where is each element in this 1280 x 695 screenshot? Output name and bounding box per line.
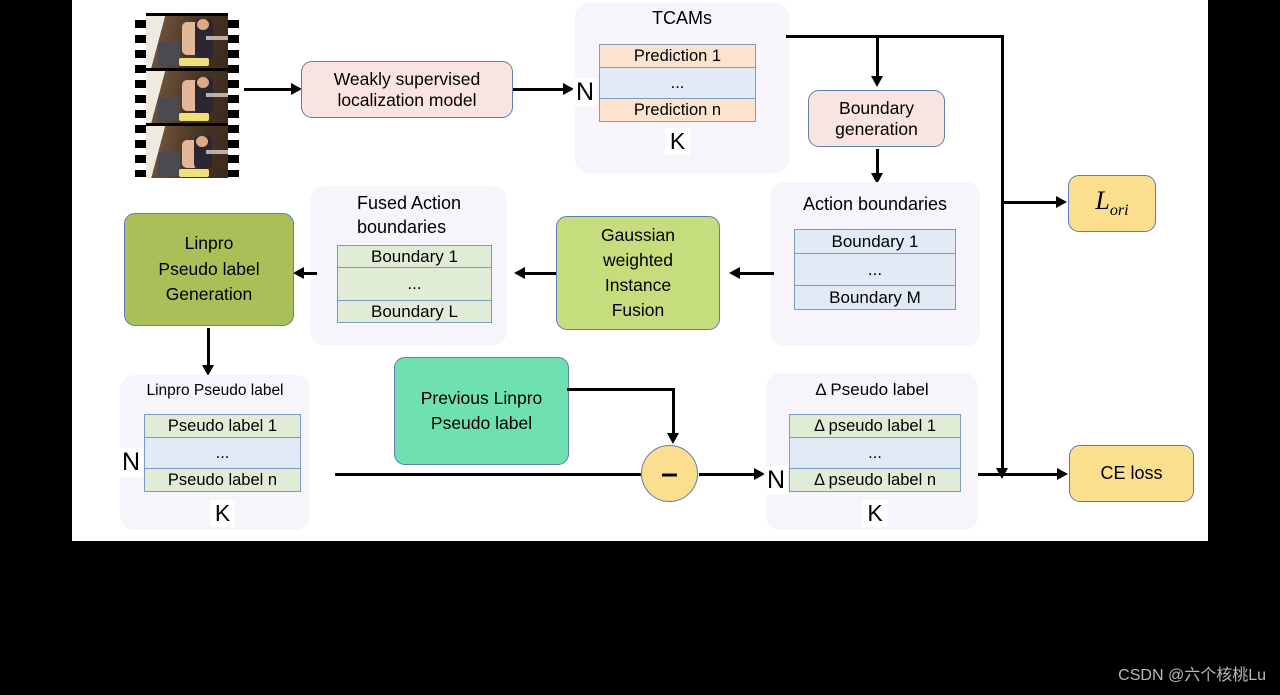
linpro-pseudo-label-row-label: ...	[215, 443, 230, 462]
bus-top-horizontal	[786, 35, 1004, 38]
subtraction-node[interactable]: –	[641, 445, 698, 502]
previous-linpro-label: Previous Linpro Pseudo label	[420, 388, 543, 433]
fused-boundaries-row: Boundary 1	[337, 245, 492, 268]
l-ori-symbol: L	[1095, 186, 1110, 216]
arrow-video-to-model	[244, 88, 292, 91]
watermark: CSDN @六个核桃Lu	[1118, 667, 1266, 684]
linpro-dim-k-label: K	[209, 500, 236, 527]
tcams-dim-k-label: K	[664, 128, 691, 155]
tcams-rows: Prediction 1 ... Prediction n	[599, 44, 756, 122]
linpro-dim-k: K	[144, 500, 301, 527]
arrow-previous-linpro-vertical	[672, 388, 675, 436]
tcams-dim-n: N	[573, 78, 598, 107]
tcams-row: Prediction n	[599, 98, 756, 122]
linpro-pseudo-label-generation-box[interactable]: Linpro Pseudo label Generation	[124, 213, 294, 326]
linpro-generation-label: Linpro Pseudo label Generation	[158, 233, 260, 305]
delta-pseudo-label-row-label: Δ pseudo label 1	[813, 416, 937, 435]
previous-linpro-pseudo-label-box[interactable]: Previous Linpro Pseudo label	[394, 357, 569, 465]
arrowhead-delta-to-ce-loss	[1057, 468, 1068, 480]
linpro-pseudo-label-title: Linpro Pseudo label	[146, 382, 284, 399]
delta-pseudo-label-title: Δ Pseudo label	[815, 380, 929, 399]
arrow-model-to-tcams	[513, 88, 564, 91]
action-boundaries-row-label: Boundary M	[829, 287, 921, 307]
tcams-row: Prediction 1	[599, 44, 756, 68]
delta-pseudo-label-row: ...	[789, 437, 961, 469]
linpro-pseudo-label-row-label: Pseudo label n	[167, 470, 278, 489]
arrowhead-to-linpro-generation	[293, 267, 304, 279]
delta-pseudo-label-row: Δ pseudo label 1	[789, 414, 961, 438]
linpro-dim-n: N	[119, 448, 144, 477]
arrow-linpro-generation-to-linpro-labels	[207, 328, 210, 368]
arrowhead-to-boundary-generation	[871, 76, 883, 87]
tcams-row-label: Prediction 1	[633, 46, 722, 65]
linpro-pseudo-label-row: Pseudo label n	[144, 468, 301, 492]
tcams-row-label: ...	[670, 73, 685, 92]
diagram-canvas: Weakly supervised localization model TCA…	[72, 0, 1208, 541]
linpro-pseudo-label-row: ...	[144, 437, 301, 469]
fused-boundaries-row: Boundary L	[337, 300, 492, 323]
delta-pseudo-label-row-label: ...	[868, 443, 882, 462]
arrowhead-to-fused-boundaries	[514, 267, 525, 279]
fused-boundaries-row-label: Boundary 1	[371, 246, 458, 266]
action-boundaries-rows: Boundary 1 ... Boundary M	[794, 229, 956, 310]
fused-action-boundaries-title: Fused Action boundaries	[357, 192, 461, 240]
tcams-title: TCAMs	[652, 8, 712, 28]
linpro-pseudo-label-row-label: Pseudo label 1	[167, 416, 278, 435]
action-boundaries-row: Boundary M	[794, 285, 956, 310]
gaussian-fusion-label: Gaussian weighted Instance Fusion	[601, 225, 675, 320]
ce-loss-label: CE loss	[1100, 462, 1163, 483]
video-filmstrip	[135, 13, 239, 178]
l-ori-subscript: ori	[1109, 202, 1129, 220]
action-boundaries-row: ...	[794, 253, 956, 286]
fused-boundaries-row-label: Boundary L	[371, 301, 458, 321]
fused-title-line1: Fused Action	[357, 193, 462, 213]
action-boundaries-row-label: ...	[867, 259, 883, 279]
l-ori-label: Lori	[1095, 186, 1128, 220]
fused-action-boundaries-rows: Boundary 1 ... Boundary L	[337, 245, 492, 323]
arrow-minus-to-delta	[699, 473, 755, 476]
arrow-previous-linpro-horizontal	[567, 388, 675, 391]
action-boundaries-title: Action boundaries	[802, 194, 948, 214]
fused-boundaries-row-label: ...	[407, 274, 422, 293]
minus-symbol: –	[661, 456, 678, 490]
delta-dim-k-label: K	[862, 500, 888, 527]
bus-right-vertical	[1001, 35, 1004, 472]
arrow-linpro-labels-to-minus	[335, 473, 659, 476]
linpro-pseudo-label-rows: Pseudo label 1 ... Pseudo label n	[144, 414, 301, 492]
gaussian-weighted-instance-fusion-box[interactable]: Gaussian weighted Instance Fusion	[556, 216, 720, 330]
tcams-row: ...	[599, 67, 756, 99]
l-ori-box[interactable]: Lori	[1068, 175, 1156, 232]
arrow-bus-to-l-ori	[1003, 201, 1057, 204]
tcams-row-label: Prediction n	[633, 100, 722, 119]
delta-dim-k: K	[789, 500, 961, 527]
fused-title-line2: boundaries	[357, 216, 447, 237]
arrow-delta-to-ce-loss	[978, 473, 1058, 476]
tcams-dim-k: K	[599, 128, 756, 155]
weakly-supervised-localization-model-box[interactable]: Weakly supervised localization model	[301, 61, 513, 118]
arrow-tcams-to-boundary-generation	[876, 37, 879, 79]
boundary-generation-label: Boundary generation	[835, 97, 918, 139]
delta-dim-n: N	[764, 466, 789, 495]
arrowhead-previous-linpro-to-minus	[667, 433, 679, 444]
arrowhead-to-l-ori	[1056, 196, 1067, 208]
boundary-generation-box[interactable]: Boundary generation	[808, 90, 945, 147]
arrowhead-to-fusion	[729, 267, 740, 279]
ce-loss-box[interactable]: CE loss	[1069, 445, 1194, 502]
delta-pseudo-label-row: Δ pseudo label n	[789, 468, 961, 492]
delta-pseudo-label-rows: Δ pseudo label 1 ... Δ pseudo label n	[789, 414, 961, 492]
linpro-pseudo-label-row: Pseudo label 1	[144, 414, 301, 438]
wsl-model-label: Weakly supervised localization model	[333, 68, 481, 110]
action-boundaries-row: Boundary 1	[794, 229, 956, 254]
action-boundaries-row-label: Boundary 1	[831, 231, 919, 251]
fused-boundaries-row: ...	[337, 267, 492, 301]
delta-pseudo-label-row-label: Δ pseudo label n	[813, 470, 937, 489]
